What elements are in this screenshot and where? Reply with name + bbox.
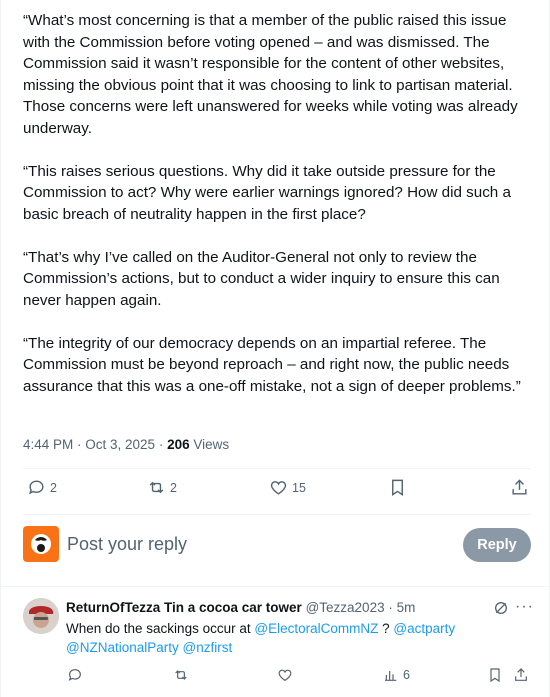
bookmark-action[interactable] [388, 478, 407, 497]
reply-icon [28, 480, 44, 495]
grok-icon[interactable] [493, 600, 509, 616]
mention-link[interactable]: @nzfirst [183, 640, 233, 655]
tweet-detail-view: “What’s most concerning is that a member… [0, 0, 550, 697]
reply-header: ReturnOfTezza Tin a cocoa car tower @Tez… [66, 600, 415, 615]
reply-author-handle[interactable]: @Tezza2023 [306, 600, 385, 615]
reply-count: 2 [50, 480, 57, 495]
repost-action[interactable] [173, 667, 189, 683]
bookmark-icon [392, 479, 403, 496]
reply-time[interactable]: 5m [397, 600, 416, 615]
reply-action[interactable]: 2 [27, 478, 57, 497]
views-count: 206 [167, 437, 190, 452]
divider [23, 468, 531, 469]
post-paragraph: “What’s most concerning is that a member… [23, 12, 522, 137]
post-timestamp[interactable]: 4:44 PM · Oct 3, 2025 · [23, 437, 163, 452]
analytics-icon [385, 671, 397, 681]
reply-icon [68, 669, 81, 681]
like-count: 15 [292, 480, 306, 495]
mention-link[interactable]: @actparty [393, 621, 455, 636]
avatar-photo-icon [23, 598, 59, 634]
reply-action[interactable] [67, 667, 83, 683]
reply-input[interactable]: Post your reply [67, 534, 187, 555]
reply-text-part: When do the sackings occur at [66, 621, 255, 636]
bookmark-icon [490, 668, 500, 683]
post-meta: 4:44 PM · Oct 3, 2025 · 206 Views [23, 437, 229, 452]
avatar-logo-icon [31, 534, 51, 554]
repost-icon [149, 481, 164, 494]
share-icon [512, 479, 527, 495]
reply-views-count: 6 [403, 668, 410, 682]
avatar[interactable] [23, 598, 59, 634]
reply-text: When do the sackings occur at @Electoral… [66, 619, 486, 657]
reply-author-name[interactable]: ReturnOfTezza Tin a cocoa car tower [66, 600, 302, 615]
post-paragraph: “That’s why I’ve called on the Auditor-G… [23, 248, 504, 309]
divider [1, 586, 550, 587]
mention-link[interactable]: @ElectoralCommNZ [254, 621, 378, 636]
repost-action[interactable]: 2 [147, 478, 177, 497]
repost-icon [175, 670, 187, 680]
separator-dot: · [388, 600, 393, 615]
post-paragraph: “The integrity of our democracy depends … [23, 334, 521, 395]
views-action[interactable]: 6 [383, 667, 410, 683]
like-action[interactable] [277, 667, 293, 683]
like-action[interactable]: 15 [269, 478, 306, 497]
post-actions: 2 2 15 [1, 478, 550, 504]
repost-count: 2 [170, 480, 177, 495]
views-label: Views [193, 437, 230, 452]
heart-icon [278, 669, 292, 682]
post-paragraph: “This raises serious questions. Why did … [23, 162, 516, 223]
post-text: “What’s most concerning is that a member… [23, 10, 533, 397]
avatar[interactable] [23, 526, 59, 562]
reply-button[interactable]: Reply [463, 528, 531, 562]
more-icon[interactable]: ··· [515, 598, 534, 616]
reply-post[interactable]: ReturnOfTezza Tin a cocoa car tower @Tez… [1, 588, 550, 697]
reply-actions: 6 [1, 667, 550, 687]
reply-text-part: ? [378, 621, 394, 636]
bookmark-action[interactable] [487, 667, 503, 683]
share-icon [515, 668, 527, 681]
mention-link[interactable]: @NZNationalParty [66, 640, 179, 655]
heart-icon [270, 481, 287, 495]
divider [23, 514, 531, 515]
share-action[interactable] [513, 667, 529, 683]
share-action[interactable] [510, 478, 529, 497]
reply-composer: Post your reply Reply [23, 526, 531, 564]
